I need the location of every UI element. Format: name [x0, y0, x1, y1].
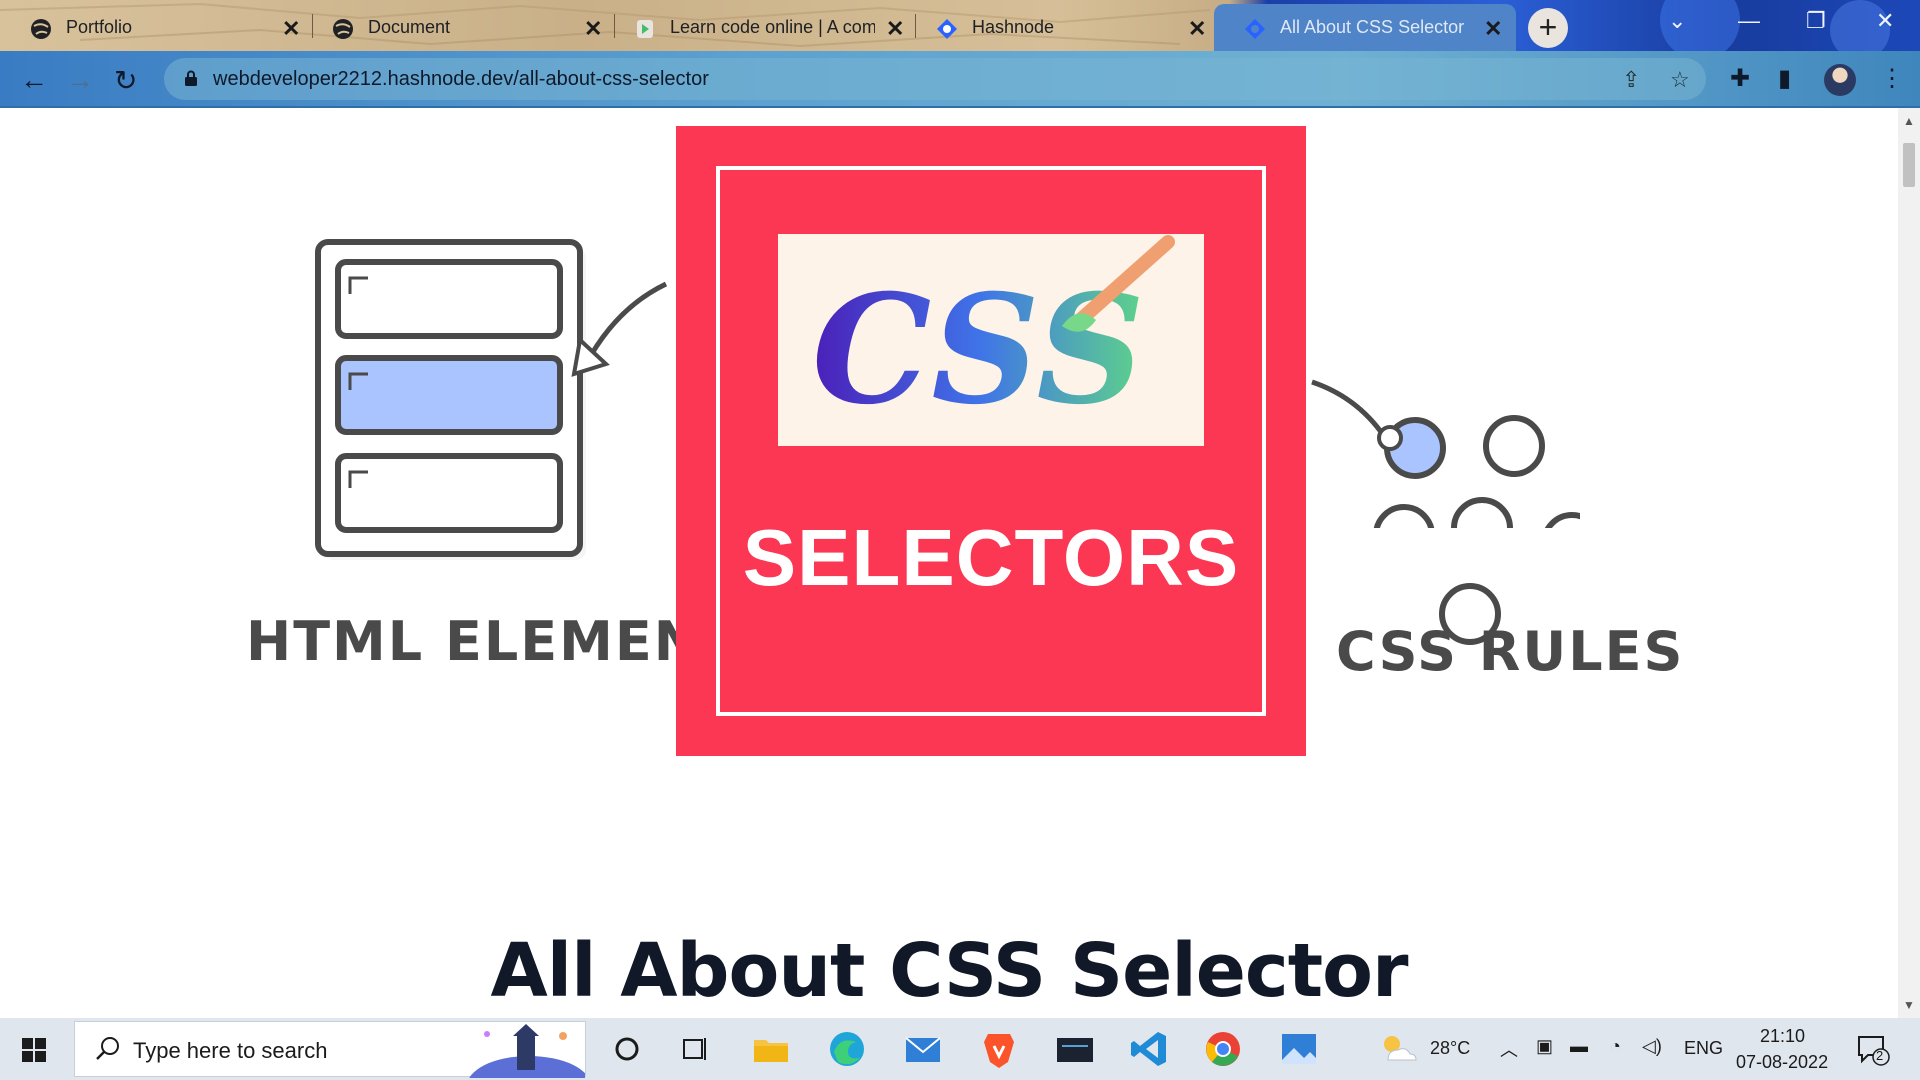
- new-tab-button[interactable]: +: [1528, 8, 1568, 48]
- wifi-icon[interactable]: ◔: [1610, 1036, 1621, 1057]
- chrome-icon[interactable]: [1202, 1028, 1244, 1070]
- tab-document[interactable]: Document ✕: [302, 4, 612, 51]
- hashnode-icon: [937, 19, 957, 39]
- css-logo-text: CSS: [812, 262, 1145, 438]
- extensions-puzzle-icon[interactable]: ✚: [1730, 64, 1750, 93]
- selectors-label: SELECTORS: [742, 513, 1240, 602]
- vscode-icon[interactable]: [1128, 1028, 1170, 1070]
- meet-now-icon[interactable]: ▣: [1536, 1036, 1553, 1057]
- close-icon[interactable]: ✕: [1188, 16, 1206, 42]
- forward-arrow-icon[interactable]: →: [66, 64, 94, 96]
- side-panel-icon[interactable]: ▮: [1778, 64, 1791, 93]
- task-view-icon[interactable]: [674, 1028, 716, 1070]
- html-elements-illustration: [315, 239, 586, 560]
- tab-title: Learn code online | A com: [670, 17, 875, 37]
- tab-portfolio[interactable]: Portfolio ✕: [0, 4, 310, 51]
- hashnode-icon: [1245, 19, 1265, 39]
- globe-icon: [333, 19, 353, 39]
- page-scrollbar[interactable]: ▲ ▼: [1898, 108, 1920, 1018]
- close-window-icon[interactable]: ✕: [1876, 8, 1894, 34]
- language-indicator[interactable]: ENG: [1684, 1038, 1723, 1059]
- address-bar[interactable]: webdeveloper2212.hashnode.dev/all-about-…: [164, 58, 1706, 100]
- scrimba-icon: [637, 20, 653, 38]
- css-logo: CSS: [778, 234, 1204, 446]
- css-rules-illustration: [1311, 379, 1580, 528]
- restore-icon[interactable]: ❐: [1806, 8, 1826, 34]
- url-text: webdeveloper2212.hashnode.dev/all-about-…: [213, 68, 709, 90]
- mail-icon[interactable]: [902, 1028, 944, 1070]
- edge-icon[interactable]: [826, 1028, 868, 1070]
- close-icon[interactable]: ✕: [584, 16, 602, 42]
- weather-icon[interactable]: [1378, 1032, 1418, 1066]
- minimize-icon[interactable]: —: [1738, 8, 1760, 34]
- battery-icon[interactable]: ▬: [1570, 1036, 1588, 1057]
- reload-icon[interactable]: ↻: [114, 64, 137, 97]
- tab-title: Document: [368, 17, 451, 37]
- scroll-up-icon[interactable]: ▲: [1903, 114, 1915, 128]
- clock-time[interactable]: 21:10: [1760, 1026, 1805, 1047]
- pointer-arrow: [571, 281, 668, 377]
- globe-icon: [31, 19, 51, 39]
- windows-taskbar: Type here to search 28°C ︿ ▣ ▬ ◔ ◁) ENG …: [0, 1018, 1920, 1080]
- tab-hashnode[interactable]: Hashnode ✕: [906, 4, 1216, 51]
- scroll-down-icon[interactable]: ▼: [1903, 998, 1915, 1012]
- cortana-icon[interactable]: [606, 1028, 648, 1070]
- search-placeholder: Type here to search: [133, 1038, 328, 1063]
- close-icon[interactable]: ✕: [886, 16, 904, 42]
- search-highlight-illustration: [469, 1024, 585, 1078]
- taskbar-search-box[interactable]: Type here to search: [74, 1021, 586, 1078]
- close-icon[interactable]: ✕: [282, 16, 300, 42]
- volume-icon[interactable]: ◁): [1642, 1036, 1662, 1057]
- share-icon[interactable]: ⇪: [1622, 67, 1640, 93]
- notification-count: 2: [1876, 1048, 1884, 1063]
- mysql-icon[interactable]: [1054, 1028, 1096, 1070]
- close-icon[interactable]: ✕: [1484, 16, 1502, 42]
- more-menu-icon[interactable]: ⋮: [1880, 64, 1904, 93]
- tab-search-chevron-icon[interactable]: ⌄: [1668, 8, 1686, 34]
- weather-temperature: 28°C: [1430, 1038, 1471, 1058]
- scrollbar-thumb[interactable]: [1903, 143, 1915, 187]
- css-rules-label: CSS RULES: [1336, 620, 1685, 683]
- clock-date[interactable]: 07-08-2022: [1736, 1052, 1828, 1073]
- browser-toolbar: ← → ↻ webdeveloper2212.hashnode.dev/all-…: [0, 51, 1920, 108]
- page-content: HTML ELEMENTS CSS SELECTORS CSS RULES Al…: [0, 108, 1898, 1018]
- windows-start-icon[interactable]: [22, 1038, 46, 1062]
- show-hidden-icons-chevron-icon[interactable]: ︿: [1500, 1036, 1518, 1062]
- css-selectors-box: CSS SELECTORS: [676, 126, 1306, 756]
- hero-image: HTML ELEMENTS CSS SELECTORS CSS RULES: [0, 108, 1898, 808]
- file-explorer-icon[interactable]: [750, 1028, 792, 1070]
- profile-avatar[interactable]: [1824, 64, 1856, 96]
- article-title: All About CSS Selector: [490, 928, 1409, 1014]
- tab-title: Portfolio: [66, 17, 133, 37]
- tab-all-about-css-selector[interactable]: All About CSS Selector ✕: [1214, 4, 1516, 51]
- photos-icon[interactable]: [1278, 1028, 1320, 1070]
- brave-icon[interactable]: [978, 1028, 1020, 1070]
- tab-title: Hashnode: [972, 17, 1055, 37]
- back-arrow-icon[interactable]: ←: [20, 64, 48, 96]
- tab-title: All About CSS Selector: [1280, 17, 1465, 37]
- tab-learn-code[interactable]: Learn code online | A com ✕: [604, 4, 914, 51]
- bookmark-star-icon[interactable]: ☆: [1670, 67, 1690, 93]
- tab-strip: Portfolio ✕ Document ✕ Learn code online…: [0, 0, 1920, 51]
- search-icon: [96, 1037, 119, 1060]
- lock-icon: [185, 70, 197, 86]
- css-brush-logo: CSS: [812, 235, 1175, 438]
- notifications-icon[interactable]: [1856, 1034, 1890, 1066]
